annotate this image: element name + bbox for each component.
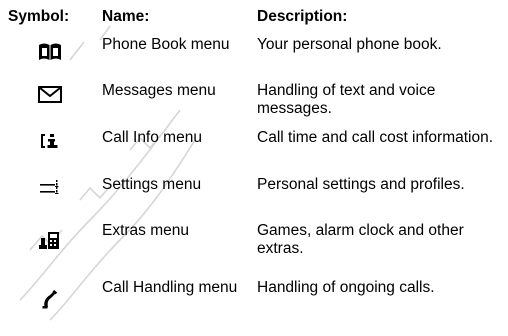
row-description: Your personal phone book. <box>257 36 442 53</box>
row-name: Settings menu <box>102 176 202 193</box>
call-info-icon <box>34 129 66 153</box>
row-name: Phone Book menu <box>102 36 230 53</box>
extras-icon <box>34 228 66 252</box>
row-description: Games, alarm clock and other extras. <box>257 222 464 257</box>
row-description: Personal settings and profiles. <box>257 176 465 193</box>
header-description: Description: <box>257 8 348 25</box>
row-name: Call Handling menu <box>102 279 238 296</box>
messages-envelope-icon <box>34 82 66 106</box>
call-handling-icon <box>34 287 66 311</box>
row-description: Handling of text and voice messages. <box>257 82 436 117</box>
settings-icon <box>34 176 66 200</box>
row-name: Call Info menu <box>102 129 202 146</box>
row-description: Handling of ongoing calls. <box>257 279 435 296</box>
header-symbol: Symbol: <box>8 8 70 25</box>
phone-book-icon <box>34 40 66 64</box>
header-name: Name: <box>102 8 150 25</box>
row-name: Extras menu <box>102 222 190 239</box>
row-name: Messages menu <box>102 82 216 99</box>
row-description: Call time and call cost information. <box>257 129 494 146</box>
